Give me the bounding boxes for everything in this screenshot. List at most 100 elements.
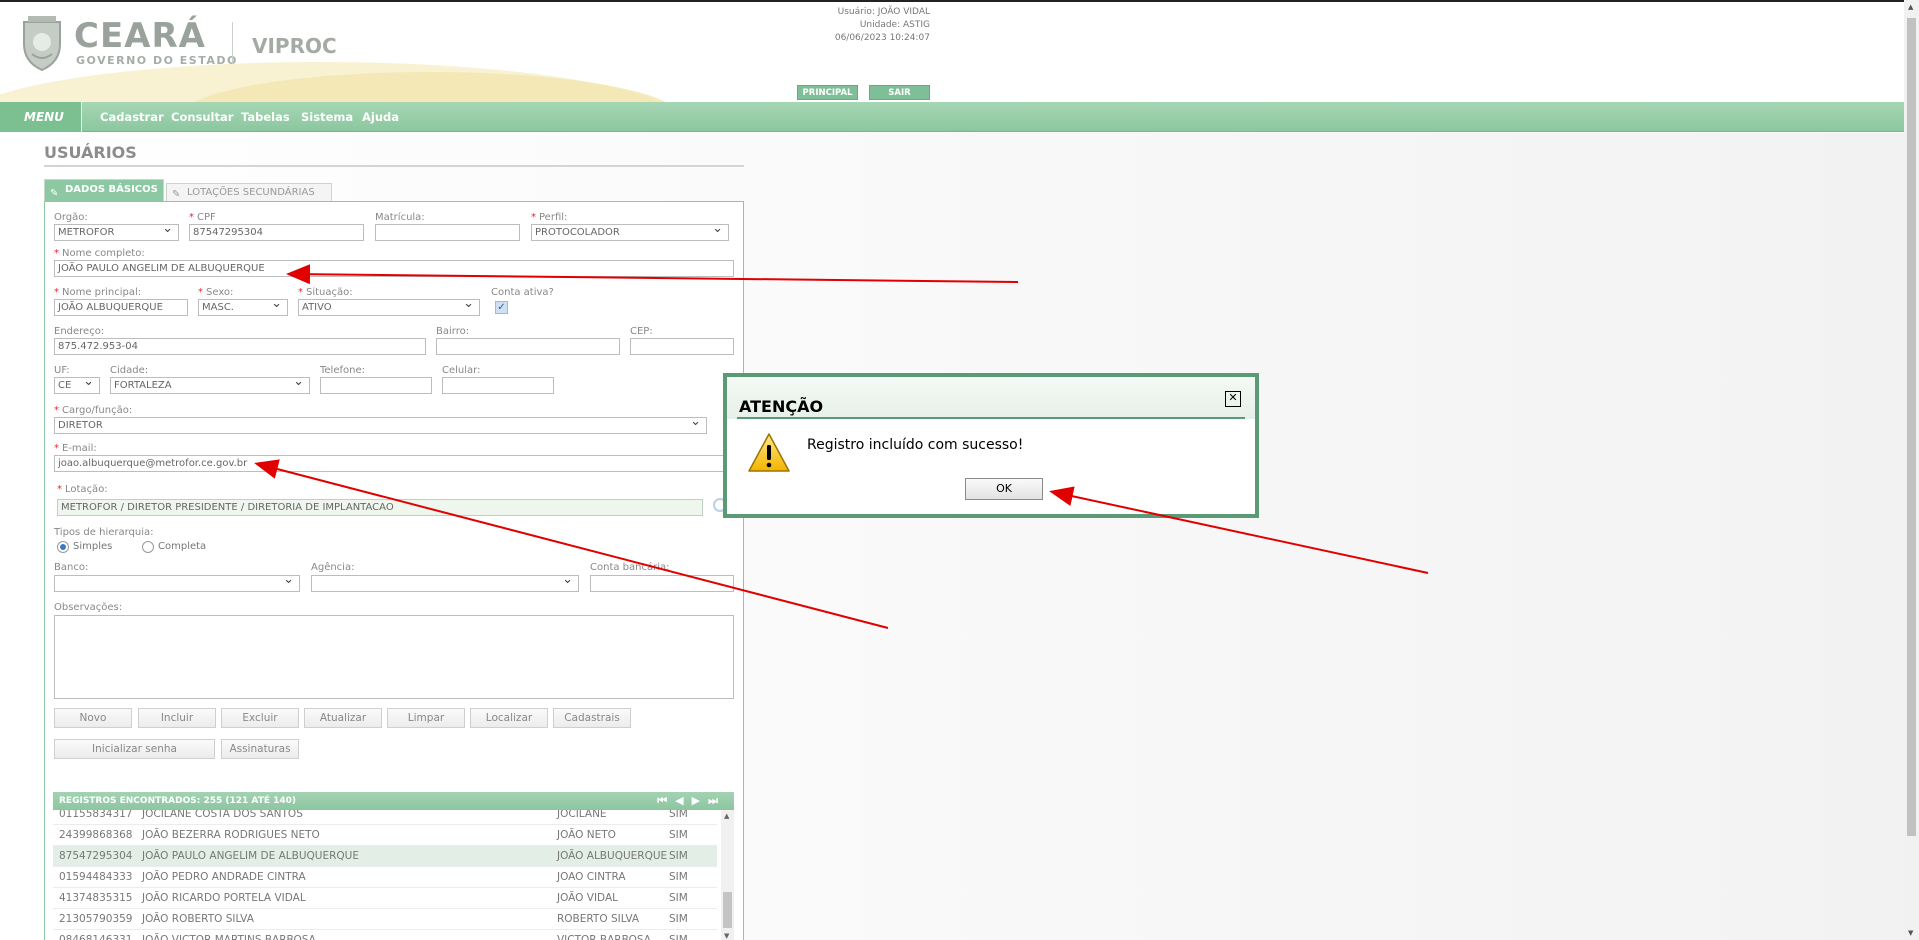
menu-bar: MENU Cadastrar Consultar Tabelas Sistema…	[0, 102, 1904, 132]
principal-button[interactable]: PRINCIPAL	[797, 85, 858, 100]
cidade-select[interactable]: FORTALEZA	[110, 377, 310, 394]
title-divider	[44, 165, 744, 167]
localizar-button[interactable]: Localizar	[470, 708, 548, 728]
bairro-field[interactable]	[436, 338, 620, 355]
nome-principal-field[interactable]: JOÃO ALBUQUERQUE	[54, 299, 188, 316]
menu-item-ajuda[interactable]: Ajuda	[362, 102, 399, 132]
excluir-button[interactable]: Excluir	[221, 708, 299, 728]
observacoes-textarea[interactable]	[54, 615, 734, 699]
cell-cpf: 01155834317	[59, 810, 133, 820]
grid-header: REGISTROS ENCONTRADOS: 255 (121 ATÉ 140)…	[53, 792, 734, 810]
cell-ativo: SIM	[669, 810, 688, 820]
table-row[interactable]: 01594484333 JOÃO PEDRO ANDRADE CINTRA JOAO…	[53, 867, 717, 888]
table-row[interactable]: 01155834317 JOCILANE COSTA DOS SANTOS JOCI…	[53, 810, 717, 825]
cargo-select[interactable]: DIRETOR	[54, 417, 707, 434]
ok-button[interactable]: OK	[965, 478, 1043, 500]
cell-cpf: 87547295304	[59, 850, 133, 862]
endereco-field[interactable]: 875.472.953-04	[54, 338, 426, 355]
perfil-select[interactable]: PROTOCOLADOR	[531, 224, 729, 241]
agencia-select[interactable]	[311, 575, 579, 592]
menu-item-consultar[interactable]: Consultar	[171, 102, 233, 132]
tab-lotacoes-secundarias[interactable]: ✎ LOTAÇÕES SECUNDÁRIAS	[166, 183, 332, 201]
table-row[interactable]: 21305790359 JOÃO ROBERTO SILVA ROBERTO SIL…	[53, 909, 717, 930]
menu-item-sistema[interactable]: Sistema	[301, 102, 353, 132]
cpf-field[interactable]: 87547295304	[189, 224, 364, 241]
cell-ativo: SIM	[669, 850, 688, 862]
nome-completo-field[interactable]: JOÃO PAULO ANGELIM DE ALBUQUERQUE	[54, 260, 734, 277]
grid-scroll-thumb[interactable]	[723, 892, 732, 928]
cell-nome: JOÃO PAULO ANGELIM DE ALBUQUERQUE	[142, 850, 359, 862]
table-row[interactable]: 87547295304 JOÃO PAULO ANGELIM DE ALBUQUE…	[53, 846, 717, 867]
table-row[interactable]: 08468146331 JOÃO VICTOR MARTINS BARBOSA VI…	[53, 930, 717, 940]
menu-item-tabelas[interactable]: Tabelas	[241, 102, 290, 132]
telefone-label: Telefone:	[320, 365, 365, 376]
cpf-label: * CPF	[189, 212, 216, 223]
cell-apelido: JOÃO ALBUQUERQUE	[557, 850, 668, 862]
celular-label: Celular:	[442, 365, 481, 376]
cell-apelido: ROBERTO SILVA	[557, 913, 640, 925]
completa-label: Completa	[158, 541, 207, 552]
page-scrollbar[interactable]: ▲ ▼	[1904, 0, 1919, 940]
sexo-select[interactable]: MASC.	[198, 299, 288, 316]
novo-button[interactable]: Novo	[54, 708, 132, 728]
completa-radio[interactable]	[142, 541, 154, 553]
menu-item-cadastrar[interactable]: Cadastrar	[100, 102, 164, 132]
cell-ativo: SIM	[669, 871, 688, 883]
close-icon[interactable]: ✕	[1225, 391, 1241, 407]
tab-dados-basicos[interactable]: ✎ DADOS BÁSICOS	[44, 179, 164, 201]
cargo-label: * Cargo/função:	[54, 405, 133, 416]
telefone-field[interactable]	[320, 377, 432, 394]
dialog-title: ATENÇÃO	[739, 397, 824, 416]
table-row[interactable]: 24399868368 JOÃO BEZERRA RODRIGUES NETO JO…	[53, 825, 717, 846]
matricula-field[interactable]	[375, 224, 520, 241]
app-name: VIPROC	[252, 34, 337, 58]
table-row[interactable]: 41374835315 JOÃO RICARDO PORTELA VIDAL JOÃ…	[53, 888, 717, 909]
prev-page-icon[interactable]: ◀	[675, 794, 691, 807]
cell-nome: JOÃO PEDRO ANDRADE CINTRA	[142, 871, 306, 883]
warning-icon	[748, 433, 790, 472]
banco-select[interactable]	[54, 575, 300, 592]
conta-bancaria-field[interactable]	[590, 575, 734, 592]
limpar-button[interactable]: Limpar	[387, 708, 465, 728]
uf-select[interactable]: CE	[54, 377, 100, 394]
brand-name: CEARÁ	[74, 16, 206, 56]
scroll-up-icon[interactable]: ▲	[724, 812, 729, 820]
first-page-icon[interactable]: ⏮	[657, 794, 675, 807]
situacao-select[interactable]: ATIVO	[298, 299, 480, 316]
page-scroll-thumb[interactable]	[1907, 18, 1916, 836]
next-page-icon[interactable]: ▶	[692, 794, 708, 807]
celular-field[interactable]	[442, 377, 554, 394]
grid-scrollbar[interactable]: ▲ ▼	[721, 810, 734, 940]
last-page-icon[interactable]: ⏭	[708, 794, 726, 807]
inicializar-senha-button[interactable]: Inicializar senha	[54, 739, 215, 759]
cep-field[interactable]	[630, 338, 734, 355]
agencia-label: Agência:	[311, 562, 355, 573]
page-scroll-down-icon[interactable]: ▼	[1908, 929, 1913, 937]
atualizar-button[interactable]: Atualizar	[304, 708, 382, 728]
matricula-label: Matrícula:	[375, 212, 425, 223]
cell-cpf: 01594484333	[59, 871, 133, 883]
dialog-message: Registro incluído com sucesso!	[807, 437, 1024, 453]
page-scroll-up-icon[interactable]: ▲	[1908, 3, 1913, 11]
email-field[interactable]: joao.albuquerque@metrofor.ce.gov.br	[54, 455, 734, 472]
orgao-select[interactable]: METROFOR	[54, 224, 179, 241]
email-label: * E-mail:	[54, 443, 97, 454]
cell-nome: JOÃO BEZERRA RODRIGUES NETO	[142, 829, 320, 841]
cadastrais-button[interactable]: Cadastrais	[553, 708, 631, 728]
sair-button[interactable]: SAIR	[869, 85, 930, 100]
perfil-label: * Perfil:	[531, 212, 568, 223]
conta-ativa-label: Conta ativa?	[491, 287, 554, 298]
assinaturas-button[interactable]: Assinaturas	[221, 739, 299, 759]
cep-label: CEP:	[630, 326, 653, 337]
situacao-label: * Situação:	[298, 287, 353, 298]
conta-ativa-checkbox[interactable]: ✓	[495, 301, 508, 314]
scroll-down-icon[interactable]: ▼	[724, 932, 729, 940]
nome-completo-label: * Nome completo:	[54, 248, 145, 259]
lotacao-field[interactable]: METROFOR / DIRETOR PRESIDENTE / DIRETORI…	[57, 499, 703, 516]
bairro-label: Bairro:	[436, 326, 470, 337]
incluir-button[interactable]: Incluir	[138, 708, 216, 728]
simples-radio[interactable]	[57, 541, 69, 553]
cell-cpf: 08468146331	[59, 934, 133, 940]
menu-label[interactable]: MENU	[0, 102, 82, 132]
user-name: Usuário: JOÃO VIDAL	[837, 7, 930, 17]
